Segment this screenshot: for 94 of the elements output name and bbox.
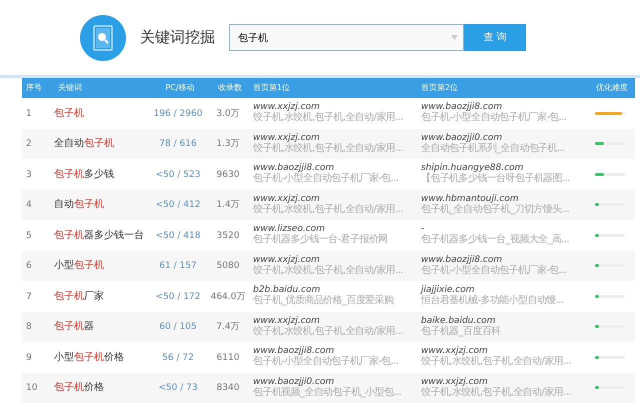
result-url: www.baozjji0.com bbox=[421, 132, 502, 143]
result-snippet: 饺子机,水饺机,包子机,全自动/家用... bbox=[253, 142, 403, 155]
result-snippet: 饺子机,水饺机,包子机,全自动/家用... bbox=[253, 204, 403, 216]
result-snippet: 包子机-小型全自动包子机厂家-包... bbox=[253, 356, 398, 368]
keyword-text: 包子机多少钱 bbox=[54, 168, 114, 180]
result-url: www.lizseo.com bbox=[253, 224, 325, 234]
result-url: www.xxjzj.com bbox=[421, 346, 488, 356]
result-snippet: 包子机器多少钱一台-君子报价网 bbox=[253, 234, 388, 246]
index-header: 序号 bbox=[26, 83, 42, 92]
result-url: www.xxjzj.com bbox=[253, 316, 320, 326]
traffic-value: <50 / 412 bbox=[156, 200, 200, 210]
result-url: www.baozjji8.com bbox=[253, 346, 334, 356]
indexed-count: 5080 bbox=[216, 261, 240, 271]
result-url: www.baozjji8.com bbox=[421, 254, 502, 265]
result-url: www.baozjji8.com bbox=[421, 102, 502, 112]
app-logo-icon bbox=[80, 14, 126, 60]
difficulty-header: 优化难度 bbox=[596, 83, 628, 92]
result-snippet: 饺子机,水饺机,包子机,全自动/家用... bbox=[253, 326, 403, 338]
result-url: b2b.baidu.com bbox=[253, 285, 320, 296]
result-url: www.xxjzj.com bbox=[253, 254, 320, 265]
result-snippet: 饺子机,水饺机,包子机,全自动/家用... bbox=[253, 112, 403, 124]
row-number: 4 bbox=[26, 200, 32, 210]
row-number: 9 bbox=[26, 352, 32, 362]
result-url: www.xxjzj.com bbox=[253, 132, 320, 143]
result-snippet: 包子机器_百度百科 bbox=[421, 326, 501, 338]
result-url: - bbox=[421, 224, 424, 234]
result-snippet: 包子机视频_全自动包子机_小型包... bbox=[253, 386, 402, 399]
traffic-value: 61 / 157 bbox=[159, 261, 197, 271]
result-url: www.xxjzj.com bbox=[253, 102, 320, 112]
result-snippet: 包子机-小型全自动包子机厂家-包... bbox=[421, 264, 566, 277]
row-number: 6 bbox=[26, 261, 32, 271]
traffic-value: <50 / 418 bbox=[156, 230, 200, 240]
page-title: 关键词挖掘 bbox=[140, 27, 215, 48]
keyword-text: 包子机厂家 bbox=[54, 290, 104, 302]
traffic-value: <50 / 73 bbox=[158, 383, 198, 393]
result-snippet: 包子机-小型全自动包子机厂家-包... bbox=[253, 173, 398, 186]
row-number: 3 bbox=[26, 170, 32, 180]
indexed-count: 3520 bbox=[216, 230, 240, 240]
result-url: www.baozjji8.com bbox=[253, 163, 334, 174]
indexed-count: 9630 bbox=[216, 170, 240, 180]
traffic-value: 78 / 616 bbox=[159, 139, 197, 149]
result-snippet: 包子机_优质商品价格_百度爱采购 bbox=[253, 295, 394, 308]
keyword-text: 自动包子机 bbox=[54, 199, 104, 210]
traffic-value: 196 / 2960 bbox=[154, 108, 202, 118]
indexed-count: 1.4万 bbox=[216, 200, 240, 210]
result-snippet: 【包子机多少钱一台呀包子机器图... bbox=[421, 173, 570, 186]
keyword-text: 小型包子机 bbox=[54, 260, 104, 272]
rank-header: 首页第1位 bbox=[253, 83, 290, 92]
keyword-text: 包子机价格 bbox=[54, 382, 104, 394]
row-number: 5 bbox=[26, 230, 32, 240]
result-url: www.baozjji0.com bbox=[253, 376, 334, 387]
row-number: 10 bbox=[26, 383, 38, 393]
row-number: 8 bbox=[26, 322, 32, 332]
difficulty-bar bbox=[595, 142, 625, 146]
indexed-count: 7.4万 bbox=[216, 322, 240, 332]
row-number: 7 bbox=[26, 292, 32, 302]
difficulty-bar bbox=[595, 112, 625, 115]
indexed-count: 464.0万 bbox=[210, 292, 246, 302]
result-url: www.xxjzj.com bbox=[421, 376, 488, 387]
result-snippet: 包子机器多少钱一台_视频大全_高... bbox=[421, 234, 570, 246]
keyword-text: 全自动包子机 bbox=[54, 138, 114, 150]
result-snippet: 饺子机,水饺机,包子机,全自动/家用... bbox=[421, 386, 571, 399]
result-snippet: 饺子机,水饺机,包子机,全自动/家用... bbox=[253, 264, 403, 277]
keyword-text: 包子机 bbox=[54, 108, 84, 119]
traffic-header: PC/移动 bbox=[165, 83, 195, 92]
keyword-text: 包子机器多少钱一台 bbox=[54, 230, 144, 241]
keyword-text: 小型包子机价格 bbox=[54, 352, 124, 363]
keyword-field[interactable]: 包子机 bbox=[229, 24, 464, 52]
indexed-count: 3.0万 bbox=[216, 108, 240, 118]
keyword-header: 关键词 bbox=[58, 83, 82, 92]
result-url: www.xxjzj.com bbox=[253, 194, 320, 204]
traffic-value: 56 / 72 bbox=[162, 352, 194, 362]
result-snippet: 包子机-小型全自动包子机厂家-包... bbox=[421, 112, 566, 124]
result-snippet: 包子机_全自动包子机_刀切方馒头... bbox=[421, 204, 570, 216]
indexed-count: 6110 bbox=[216, 352, 240, 362]
traffic-value: <50 / 172 bbox=[156, 292, 200, 302]
row-number: 2 bbox=[26, 139, 32, 149]
result-url: jiajjixie.com bbox=[421, 285, 474, 296]
traffic-value: <50 / 523 bbox=[156, 170, 200, 180]
result-snippet: 恒台君基机械-多功能小型自动馒... bbox=[421, 295, 564, 308]
result-snippet: 全自动包子机系列_全自动包子机... bbox=[421, 142, 565, 155]
result-url: shipin.huangye88.com bbox=[421, 163, 524, 174]
rank-header: 首页第2位 bbox=[421, 83, 458, 92]
result-snippet: 饺子机,水饺机,包子机,全自动/家用... bbox=[421, 356, 571, 368]
traffic-value: 60 / 105 bbox=[159, 322, 197, 332]
indexed-count: 8340 bbox=[216, 383, 240, 393]
keyword-text: 包子机器 bbox=[54, 321, 94, 332]
indexed-count: 1.3万 bbox=[216, 139, 240, 149]
dropdown-caret-icon[interactable] bbox=[451, 34, 458, 40]
indexed-header: 收录数 bbox=[218, 83, 242, 92]
row-number: 1 bbox=[26, 108, 32, 118]
result-url: baike.baidu.com bbox=[421, 316, 496, 326]
result-url: www.hbmantouji.com bbox=[421, 194, 519, 204]
difficulty-bar bbox=[595, 172, 625, 176]
